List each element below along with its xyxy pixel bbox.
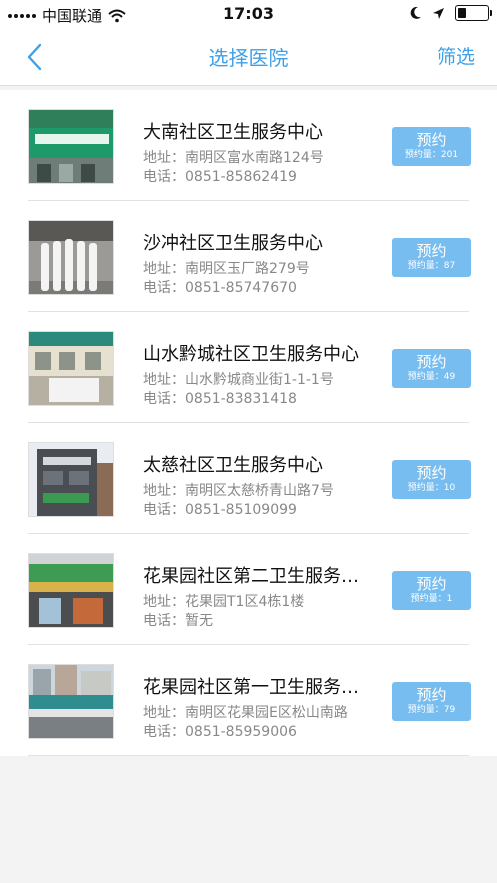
hospital-name: 沙冲社区卫生服务中心	[143, 233, 323, 254]
book-button-label: 预约	[416, 242, 447, 260]
chevron-left-icon	[27, 43, 42, 71]
hospital-name: 太慈社区卫生服务中心	[143, 455, 323, 476]
divider	[28, 755, 469, 756]
book-button[interactable]: 预约 预约量：1	[392, 571, 471, 610]
list-item[interactable]: 太慈社区卫生服务中心 地址：南明区太慈桥青山路7号 电话：0851-851090…	[0, 423, 497, 534]
status-bar: 中国联通 17:03	[0, 0, 497, 30]
book-button[interactable]: 预约 预约量：87	[392, 238, 471, 277]
book-button[interactable]: 预约 预约量：201	[392, 127, 471, 166]
moon-icon	[410, 6, 421, 19]
hospital-phone: 电话：0851-85959006	[143, 724, 297, 740]
hospital-address: 地址：南明区太慈桥青山路7号	[143, 483, 334, 499]
hospital-address: 地址：南明区玉厂路279号	[143, 261, 310, 277]
book-button-label: 预约	[416, 686, 447, 704]
hospital-address: 地址：花果园T1区4栋1楼	[143, 594, 305, 610]
booking-count: 预约量：201	[404, 150, 459, 160]
book-button-label: 预约	[416, 353, 447, 371]
hospital-photo	[28, 109, 114, 184]
filter-button[interactable]: 筛选	[437, 42, 475, 69]
location-arrow-icon	[433, 7, 444, 19]
book-button[interactable]: 预约 预约量：49	[392, 349, 471, 388]
book-button[interactable]: 预约 预约量：10	[392, 460, 471, 499]
hospital-name: 花果园社区第一卫生服务中心	[143, 677, 371, 698]
booking-count: 预约量：49	[407, 372, 456, 382]
hospital-list: 大南社区卫生服务中心 地址：南明区富水南路124号 电话：0851-858624…	[0, 90, 497, 756]
hospital-address: 地址：山水黔城商业街1-1-1号	[143, 372, 334, 388]
hospital-name: 大南社区卫生服务中心	[143, 122, 323, 143]
booking-count: 预约量：10	[407, 483, 456, 493]
hospital-photo	[28, 331, 114, 406]
list-item[interactable]: 山水黔城社区卫生服务中心 地址：山水黔城商业街1-1-1号 电话：0851-83…	[0, 312, 497, 423]
hospital-phone: 电话：0851-85747670	[143, 280, 297, 296]
hospital-phone: 电话：暂无	[143, 613, 213, 629]
hospital-photo	[28, 553, 114, 628]
book-button-label: 预约	[416, 575, 447, 593]
battery-icon	[455, 5, 492, 21]
status-icons	[410, 5, 492, 21]
booking-count: 预约量：87	[407, 261, 456, 271]
hospital-photo	[28, 220, 114, 295]
hospital-phone: 电话：0851-83831418	[143, 391, 297, 407]
booking-count: 预约量：1	[410, 594, 453, 604]
page-title: 选择医院	[208, 46, 289, 70]
hospital-photo	[28, 664, 114, 739]
hospital-phone: 电话：0851-85862419	[143, 169, 297, 185]
list-item[interactable]: 沙冲社区卫生服务中心 地址：南明区玉厂路279号 电话：0851-8574767…	[0, 201, 497, 312]
list-item[interactable]: 大南社区卫生服务中心 地址：南明区富水南路124号 电话：0851-858624…	[0, 90, 497, 201]
hospital-phone: 电话：0851-85109099	[143, 502, 297, 518]
book-button-label: 预约	[416, 464, 447, 482]
list-item[interactable]: 花果园社区第一卫生服务中心 地址：南明区花果园E区松山南路 电话：0851-85…	[0, 645, 497, 756]
hospital-name: 花果园社区第二卫生服务中心	[143, 566, 371, 587]
book-button[interactable]: 预约 预约量：79	[392, 682, 471, 721]
back-button[interactable]	[22, 42, 48, 72]
list-item[interactable]: 花果园社区第二卫生服务中心 地址：花果园T1区4栋1楼 电话：暂无 预约 预约量…	[0, 534, 497, 645]
book-button-label: 预约	[416, 131, 447, 149]
hospital-address: 地址：南明区花果园E区松山南路	[143, 705, 348, 721]
nav-bar: 选择医院 筛选	[0, 30, 497, 86]
hospital-address: 地址：南明区富水南路124号	[143, 150, 324, 166]
hospital-name: 山水黔城社区卫生服务中心	[143, 344, 359, 365]
booking-count: 预约量：79	[407, 705, 456, 715]
hospital-photo	[28, 442, 114, 517]
